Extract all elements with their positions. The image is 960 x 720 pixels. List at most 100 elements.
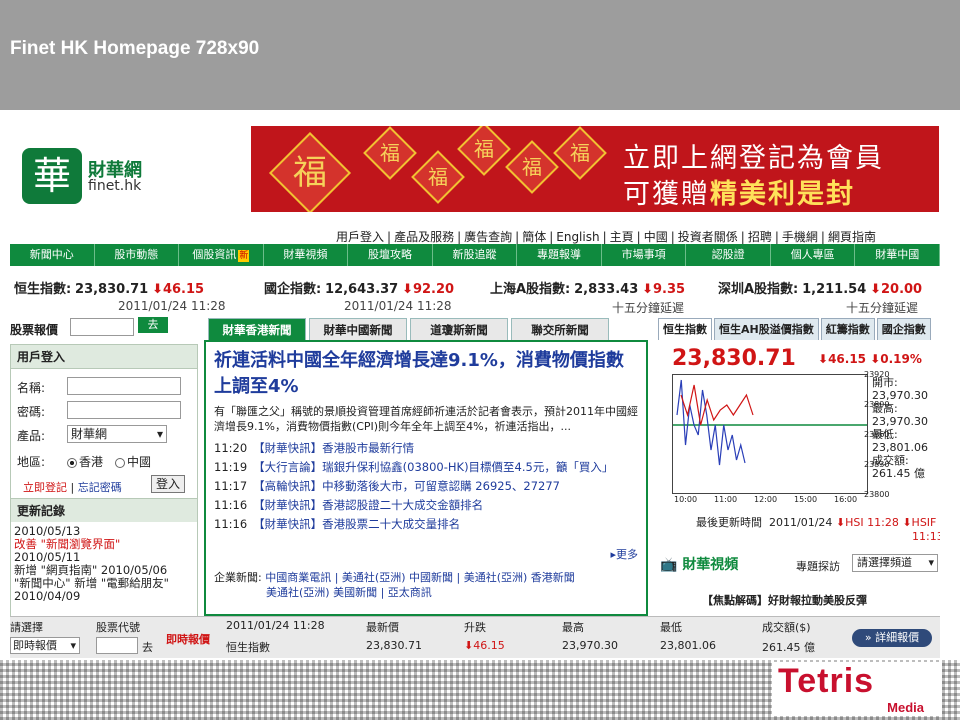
index-tabs: 恒生指數 恒生AH股溢價指數 紅籌指數 國企指數 (658, 318, 933, 340)
top-link-jobs[interactable]: 招聘 (748, 230, 772, 244)
row-name: 恒生指數 (226, 641, 270, 654)
news-summary: 有「聯匯之父」稱號的景順投資管理首席經師祈連活於記者會表示，預計2011年中國經… (214, 405, 638, 433)
region-label: 地區: (17, 455, 46, 469)
nav-item-features[interactable]: 專題報導 (517, 244, 602, 266)
fu-envelope-icon: 福 (505, 140, 559, 194)
top-link-simplified[interactable]: 簡体 (522, 230, 546, 244)
col-stock-code: 股票代號 (96, 621, 140, 634)
business-news-links[interactable]: 中國商業電訊 | 美通社(亞洲) 中國新聞 | 美通社(亞洲) 香港新聞 (265, 571, 575, 584)
nav-item-market[interactable]: 股市動態 (95, 244, 180, 266)
top-link-mobile[interactable]: 手機網 (782, 230, 818, 244)
left-column: 股票報價 去 用戶登入 名稱: 密碼: 產品: 財華網 地區: 香港 中國 立即… (10, 316, 198, 658)
login-panel: 用戶登入 名稱: 密碼: 產品: 財華網 地區: 香港 中國 立即登記 | 忘記… (10, 344, 198, 510)
business-news: 企業新聞: 中國商業電訊 | 美通社(亞洲) 中國新聞 | 美通社(亞洲) 香港… (214, 570, 575, 600)
tv-icon: 📺 (660, 557, 678, 573)
nav-item-china[interactable]: 財華中國 (855, 244, 940, 266)
list-item[interactable]: 11:19 【大行言論】瑞銀升保利協鑫(03800-HK)目標價至4.5元，籲「買… (214, 459, 638, 475)
hsi-intraday-chart[interactable] (672, 374, 868, 494)
region-cn-radio[interactable]: 中國 (115, 453, 151, 470)
list-item[interactable]: 11:16 【財華快訊】香港股票二十大成交量排名 (214, 516, 638, 532)
hsi-value: 23,830.71 (672, 346, 796, 371)
update-log-list[interactable]: 2010/05/13 改善 "新聞瀏覽界面" 2010/05/11 新增 "網頁… (11, 522, 197, 606)
list-item[interactable]: 11:17 【高輪快訊】中移動落後大市，可留意認購 26925、27277 (214, 478, 638, 494)
nav-item-stock-info[interactable]: 個股資訊新 (179, 244, 264, 266)
y-tick-label: 23800 (864, 490, 890, 499)
product-select[interactable]: 財華網 (67, 425, 167, 443)
index-hscei[interactable]: 國企指數: 12,643.37 ⬇92.20 2011/01/24 11:28 (264, 278, 454, 313)
tab-hsi[interactable]: 恒生指數 (658, 318, 712, 340)
tab-ah-premium[interactable]: 恒生AH股溢價指數 (714, 318, 819, 340)
video-topic-link[interactable]: 專題探訪 (796, 558, 840, 574)
list-item[interactable]: 11:20 【財華快訊】香港股市最新行情 (214, 440, 638, 456)
video-panel: 📺 財華視頻 專題探訪 請選擇頻道 【焦點解碼】好財報拉動美股反彈 (656, 550, 940, 614)
promo-banner[interactable]: 福 福 福 福 福 福 立即上網登記為會員 可獲贈精美利是封 (251, 126, 939, 212)
stock-code-input[interactable] (70, 318, 134, 336)
last-updated: 最後更新時間 2011/01/24 ⬇HSI 11:28 ⬇HSIF 11:13 (696, 516, 940, 543)
top-link-ads[interactable]: 廣告查詢 (464, 230, 512, 244)
fu-envelope-icon: 福 (457, 126, 511, 176)
password-label: 密碼: (17, 405, 46, 419)
nav-item-personal[interactable]: 個人專區 (771, 244, 856, 266)
register-links: 立即登記 | 忘記密碼 (23, 481, 122, 494)
username-field[interactable] (67, 377, 181, 395)
login-header: 用戶登入 (11, 345, 197, 369)
slide-title: Finet HK Homepage 728x90 (10, 38, 260, 59)
series-line-0 (676, 379, 746, 466)
index-hsi[interactable]: 恒生指數: 23,830.71 ⬇46.15 2011/01/24 11:28 (14, 278, 226, 313)
forgot-password-link[interactable]: 忘記密碼 (78, 481, 122, 494)
quote-code-input[interactable] (96, 637, 138, 654)
login-button[interactable]: 登入 (151, 475, 185, 493)
region-hk-radio[interactable]: 香港 (67, 453, 103, 470)
logo-english-name: finet.hk (88, 178, 142, 194)
row-turnover: 261.45 億 (762, 641, 815, 654)
banner-headline: 立即上網登記為會員 (623, 143, 884, 174)
news-headline[interactable]: 祈連活料中國全年經濟增長達9.1%，消費物價指數上調至4% (214, 348, 638, 400)
col-select: 請選擇 (10, 621, 43, 634)
tab-redchip[interactable]: 紅籌指數 (820, 318, 875, 340)
detail-quote-button[interactable]: » 詳細報價 (852, 629, 932, 647)
register-link[interactable]: 立即登記 (23, 481, 67, 494)
tab-dowjones-news[interactable]: 道瓊斯新聞 (410, 318, 508, 340)
top-link-ir[interactable]: 投資者關係 (678, 230, 738, 244)
top-link-china[interactable]: 中國 (644, 230, 668, 244)
stock-go-button[interactable]: 去 (138, 317, 168, 333)
index-shanghai[interactable]: 上海A股指數: 2,833.43 ⬇9.35 十五分鐘延遲 (490, 278, 685, 316)
fu-envelope-icon: 福 (268, 131, 352, 212)
business-news-label: 企業新聞: (214, 571, 262, 584)
quote-go-button[interactable]: 去 (142, 639, 153, 655)
brand-name: Tetris (778, 662, 875, 700)
video-title: 📺 財華視頻 (660, 557, 739, 573)
finet-logo-icon[interactable]: 華 (22, 148, 82, 204)
finet-homepage-screenshot: 華 財華網 finet.hk 福 福 福 福 福 福 立即上網登記為會員 可獲贈… (8, 118, 940, 658)
password-field[interactable] (67, 401, 181, 419)
stock-quote-row: 股票報價 去 (10, 316, 198, 342)
channel-select[interactable]: 請選擇頻道 (852, 554, 938, 572)
business-news-links-2[interactable]: 美通社(亞洲) 美國新聞 | 亞太商訊 (266, 586, 432, 599)
top-link-products[interactable]: 產品及服務 (394, 230, 454, 244)
tab-hk-news[interactable]: 財華香港新聞 (208, 318, 306, 340)
nav-item-news[interactable]: 新聞中心 (10, 244, 95, 266)
hsi-stats: 開市: 23,970.30 最高: 23,970.30 最低: 23,801.06 成… (872, 376, 928, 480)
nav-item-events[interactable]: 市場事項 (602, 244, 687, 266)
top-link-login[interactable]: 用戶登入 (336, 230, 384, 244)
col-change: 升跌 (464, 621, 486, 634)
tab-hscei[interactable]: 國企指數 (876, 318, 931, 340)
fu-envelope-icon: 福 (411, 150, 465, 204)
video-caption[interactable]: 【焦點解碼】好財報拉動美股反彈 (702, 592, 867, 608)
nav-item-video[interactable]: 財華視頻 (264, 244, 349, 266)
top-link-guide[interactable]: 網頁指南 (828, 230, 876, 244)
nav-item-warrants[interactable]: 認股證 (686, 244, 771, 266)
top-link-english[interactable]: English (556, 230, 599, 244)
quote-type-select[interactable]: 即時報價 (10, 637, 80, 654)
tab-hkex-news[interactable]: 聯交所新聞 (511, 318, 609, 340)
tab-china-news[interactable]: 財華中國新聞 (309, 318, 407, 340)
nav-item-ipo[interactable]: 新股追蹤 (433, 244, 518, 266)
col-low: 最低 (660, 621, 682, 634)
more-news-link[interactable]: ▸更多 (610, 546, 638, 562)
top-link-home[interactable]: 主頁 (610, 230, 634, 244)
row-low: 23,801.06 (660, 639, 716, 652)
list-item[interactable]: 11:16 【財華快訊】香港認股證二十大成交金額排名 (214, 497, 638, 513)
col-last: 最新價 (366, 621, 399, 634)
index-shenzhen[interactable]: 深圳A股指數: 1,211.54 ⬇20.00 十五分鐘延遲 (718, 278, 922, 316)
nav-item-strategy[interactable]: 股壇攻略 (348, 244, 433, 266)
